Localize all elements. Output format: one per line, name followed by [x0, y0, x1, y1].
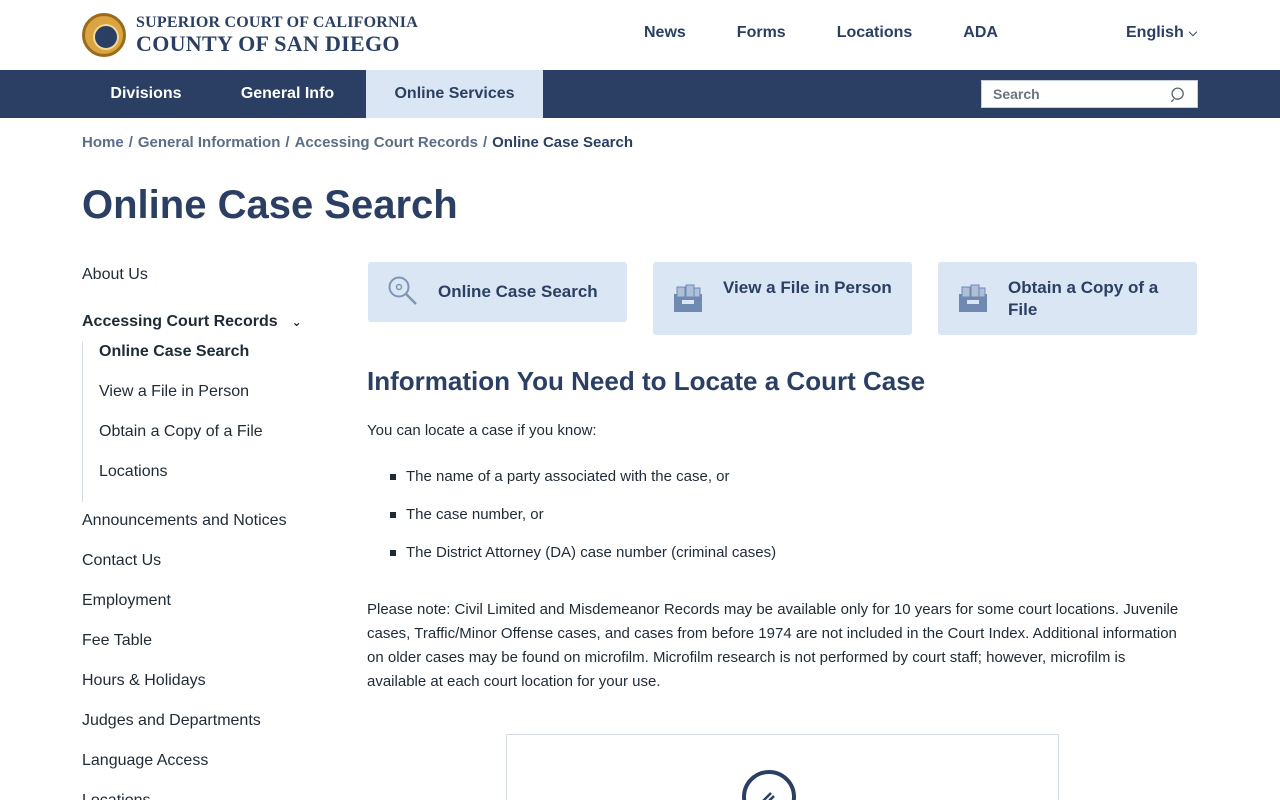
main-nav: Divisions General Info Online Services [0, 70, 1280, 118]
sidebar-submenu: Online Case Search View a File in Person… [82, 342, 322, 502]
card-view-file-in-person[interactable]: View a File in Person [653, 262, 912, 335]
breadcrumb-accessing-court-records[interactable]: Accessing Court Records [295, 134, 478, 151]
chevron-down-icon[interactable]: ⌄ [292, 309, 302, 335]
card-online-case-search[interactable]: Online Case Search [368, 262, 627, 322]
card-label: Obtain a Copy of a File [1008, 278, 1159, 319]
sidebar-item-announcements[interactable]: Announcements and Notices [82, 508, 322, 548]
sidebar-subitem-online-case-search[interactable]: Online Case Search [99, 342, 322, 382]
sidebar-subitem-obtain-copy[interactable]: Obtain a Copy of a File [99, 422, 322, 462]
sidebar-item-locations[interactable]: Locations [82, 788, 322, 800]
sidebar-item-label: Accessing Court Records [82, 313, 278, 330]
breadcrumb-separator: / [285, 134, 290, 151]
file-box-icon [674, 284, 702, 312]
breadcrumb-general-information[interactable]: General Information [138, 134, 281, 151]
sidebar-subitem-locations[interactable]: Locations [99, 462, 322, 502]
sidebar-item-hours-holidays[interactable]: Hours & Holidays [82, 668, 322, 708]
sidebar-subitem-view-file-in-person[interactable]: View a File in Person [99, 382, 322, 422]
breadcrumb-separator: / [482, 134, 488, 151]
topnav-forms[interactable]: Forms [737, 24, 786, 42]
criteria-list: The name of a party associated with the … [390, 468, 776, 582]
search-icon[interactable] [1170, 86, 1187, 103]
sidebar-item-contact-us[interactable]: Contact Us [82, 548, 322, 588]
tab-divisions[interactable]: Divisions [82, 70, 210, 118]
topnav-locations[interactable]: Locations [837, 24, 913, 42]
logo-line1: SUPERIOR COURT OF CALIFORNIA [136, 14, 418, 31]
sidebar-item-fee-table[interactable]: Fee Table [82, 628, 322, 668]
sidebar-item-judges-departments[interactable]: Judges and Departments [82, 708, 322, 748]
magnifier-icon [388, 276, 417, 305]
logo-line2: COUNTY OF SAN DIEGO [136, 31, 400, 56]
breadcrumb-home[interactable]: Home [82, 134, 124, 151]
file-box-icon [959, 284, 987, 312]
sidebar-item-about-us[interactable]: About Us [82, 262, 322, 302]
page-title: Online Case Search [82, 183, 458, 227]
language-selector[interactable]: English ⌵ [1126, 24, 1197, 42]
top-nav: News Forms Locations ADA [644, 24, 1049, 42]
intro-text: You can locate a case if you know: [367, 422, 597, 439]
search-input[interactable] [982, 81, 1162, 107]
section-title: Information You Need to Locate a Court C… [367, 366, 926, 396]
court-logo[interactable]: SUPERIOR COURT OF CALIFORNIA COUNTY OF S… [82, 13, 418, 57]
logo-text: SUPERIOR COURT OF CALIFORNIA COUNTY OF S… [136, 14, 418, 56]
list-item: The name of a party associated with the … [390, 468, 776, 506]
topnav-news[interactable]: News [644, 24, 686, 42]
note-paragraph: Please note: Civil Limited and Misdemean… [367, 601, 1179, 690]
case-search-panel [506, 734, 1059, 800]
language-label: English [1126, 24, 1184, 41]
tab-general-info[interactable]: General Info [212, 70, 363, 118]
site-header: SUPERIOR COURT OF CALIFORNIA COUNTY OF S… [0, 0, 1280, 70]
sidebar: About Us Accessing Court Records ⌄ Onlin… [82, 262, 322, 800]
sidebar-item-language-access[interactable]: Language Access [82, 748, 322, 788]
breadcrumb-separator: / [128, 134, 133, 151]
card-obtain-copy[interactable]: Obtain a Copy of a File [938, 262, 1197, 335]
sidebar-item-employment[interactable]: Employment [82, 588, 322, 628]
topnav-ada[interactable]: ADA [963, 24, 998, 42]
court-seal-icon [82, 13, 126, 57]
chevron-down-icon: ⌵ [1188, 26, 1198, 39]
card-label: Online Case Search [438, 282, 598, 301]
tab-online-services[interactable]: Online Services [366, 70, 543, 118]
list-item: The case number, or [390, 506, 776, 544]
gavel-circle-icon [742, 770, 796, 800]
sidebar-item-accessing-court-records[interactable]: Accessing Court Records ⌄ [82, 302, 322, 342]
breadcrumb: Home / General Information / Accessing Court… [82, 134, 633, 151]
breadcrumb-current: Online Case Search [492, 134, 634, 151]
list-item: The District Attorney (DA) case number (… [390, 544, 776, 582]
card-label: View a File in Person [723, 278, 892, 297]
search-box [981, 80, 1198, 108]
